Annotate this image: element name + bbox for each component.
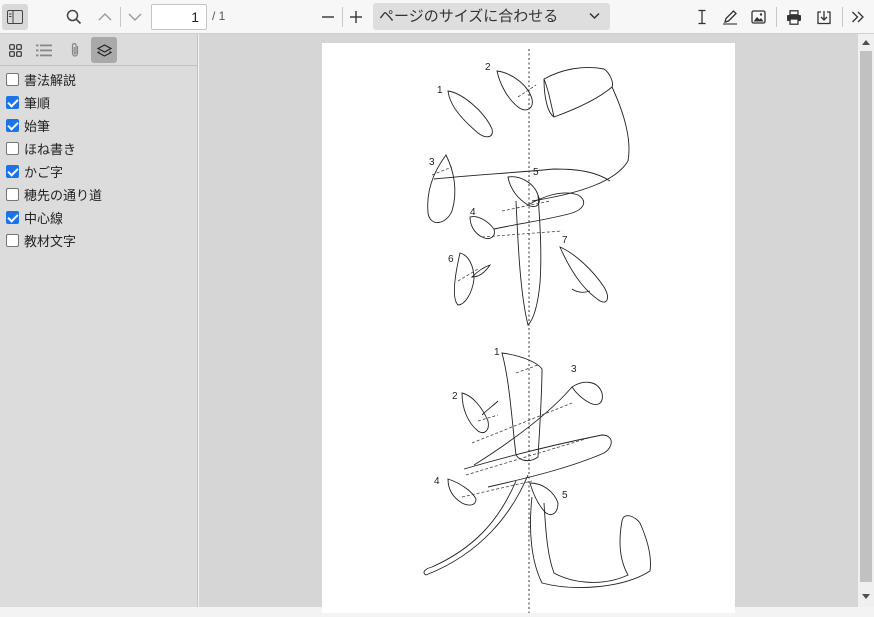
download-icon xyxy=(817,10,831,24)
layer-checkbox[interactable] xyxy=(6,141,19,155)
layer-checkbox[interactable] xyxy=(6,72,19,86)
layer-label: 始筆 xyxy=(24,119,51,135)
next-page-button[interactable] xyxy=(122,4,148,30)
tab-thumbnails[interactable] xyxy=(2,37,28,63)
stroke-number: 2 xyxy=(452,391,458,402)
more-icon xyxy=(852,11,864,23)
stroke-number: 4 xyxy=(434,476,440,487)
layer-item[interactable]: 中心線 xyxy=(6,207,63,227)
stroke-number: 7 xyxy=(562,235,568,246)
zoom-in-button[interactable] xyxy=(343,4,369,30)
layer-item[interactable]: かご字 xyxy=(6,161,63,181)
stroke-number: 1 xyxy=(437,85,443,96)
layer-item[interactable]: 教材文字 xyxy=(6,230,76,250)
stroke-number: 3 xyxy=(429,157,435,168)
stroke-number: 6 xyxy=(448,254,454,265)
attachment-icon xyxy=(71,43,79,57)
download-button[interactable] xyxy=(811,4,837,30)
stroke-number: 5 xyxy=(562,490,568,501)
stroke-number: 3 xyxy=(571,364,577,375)
scroll-thumb[interactable] xyxy=(860,51,872,582)
layer-checkbox[interactable] xyxy=(6,95,19,109)
zoom-in-icon xyxy=(350,11,362,23)
toolbar-divider xyxy=(120,7,121,27)
stroke-number: 2 xyxy=(485,62,491,73)
layer-item[interactable]: 筆順 xyxy=(6,92,50,112)
zoom-select[interactable]: ページのサイズに合わせる xyxy=(373,3,610,30)
layers-icon xyxy=(96,43,112,57)
toolbar-divider xyxy=(842,7,843,27)
image-icon xyxy=(750,10,766,24)
more-tools-button[interactable] xyxy=(845,4,871,30)
stroke-number: 1 xyxy=(494,347,500,358)
chevron-down-icon xyxy=(128,13,142,21)
layer-label: 筆順 xyxy=(24,96,51,112)
vertical-scrollbar[interactable] xyxy=(858,34,874,607)
scroll-down-arrow[interactable] xyxy=(862,594,870,599)
layer-label: 穂先の通り道 xyxy=(24,188,103,204)
chevron-up-icon xyxy=(98,13,112,21)
outline-icon xyxy=(36,44,52,56)
toolbar: 1 / 1 ページのサイズに合わせる xyxy=(0,0,874,34)
zoom-out-icon xyxy=(322,16,334,18)
zoom-select-value: ページのサイズに合わせる xyxy=(379,7,559,25)
layer-label: かご字 xyxy=(24,165,64,181)
page-total: / 1 xyxy=(212,9,226,23)
chevron-down-icon xyxy=(589,12,600,20)
layer-checkbox[interactable] xyxy=(6,164,19,178)
layer-checkbox[interactable] xyxy=(6,210,19,224)
layer-label: 書法解説 xyxy=(24,73,77,89)
print-button[interactable] xyxy=(781,4,807,30)
scroll-up-arrow[interactable] xyxy=(862,40,870,45)
stroke-number: 4 xyxy=(470,207,476,218)
layer-item[interactable]: 書法解説 xyxy=(6,69,76,89)
layer-item[interactable]: 始筆 xyxy=(6,115,50,135)
document-viewer[interactable]: 1 2 3 4 5 6 7 1 2 3 4 5 xyxy=(199,34,858,613)
search-icon xyxy=(66,9,82,25)
print-icon xyxy=(787,9,801,25)
pen-icon xyxy=(723,10,737,25)
sidebar: 書法解説 筆順 始筆 ほね書き かご字 穂先の通り道 中心線 教材文字 xyxy=(0,34,198,607)
sidebar-toggle-button[interactable] xyxy=(2,4,28,30)
add-image-button[interactable] xyxy=(745,4,771,30)
layer-item[interactable]: 穂先の通り道 xyxy=(6,184,102,204)
search-button[interactable] xyxy=(61,4,87,30)
toolbar-divider xyxy=(776,7,777,27)
calligraphy-outline-drawing: 1 2 3 4 5 6 7 1 2 3 4 5 xyxy=(423,49,651,613)
tab-outline[interactable] xyxy=(31,37,57,63)
zoom-out-button[interactable] xyxy=(315,4,341,30)
page-number-input[interactable]: 1 xyxy=(151,4,207,30)
text-cursor-icon xyxy=(698,9,706,25)
thumbnails-icon xyxy=(8,43,22,57)
layer-item[interactable]: ほね書き xyxy=(6,138,76,158)
layer-checkbox[interactable] xyxy=(6,118,19,132)
text-select-button[interactable] xyxy=(689,4,715,30)
sidebar-tabs xyxy=(0,34,197,66)
layer-label: 教材文字 xyxy=(24,234,77,250)
sidebar-toggle-icon xyxy=(7,10,23,24)
tab-layers[interactable] xyxy=(91,37,117,63)
draw-button[interactable] xyxy=(717,4,743,30)
stroke-number: 5 xyxy=(533,167,539,178)
layer-checkbox[interactable] xyxy=(6,187,19,201)
layer-label: 中心線 xyxy=(24,211,64,227)
pdf-page: 1 2 3 4 5 6 7 1 2 3 4 5 xyxy=(322,43,735,613)
layer-checkbox[interactable] xyxy=(6,233,19,247)
layer-label: ほね書き xyxy=(24,142,77,158)
tab-attachments[interactable] xyxy=(62,37,88,63)
previous-page-button[interactable] xyxy=(92,4,118,30)
